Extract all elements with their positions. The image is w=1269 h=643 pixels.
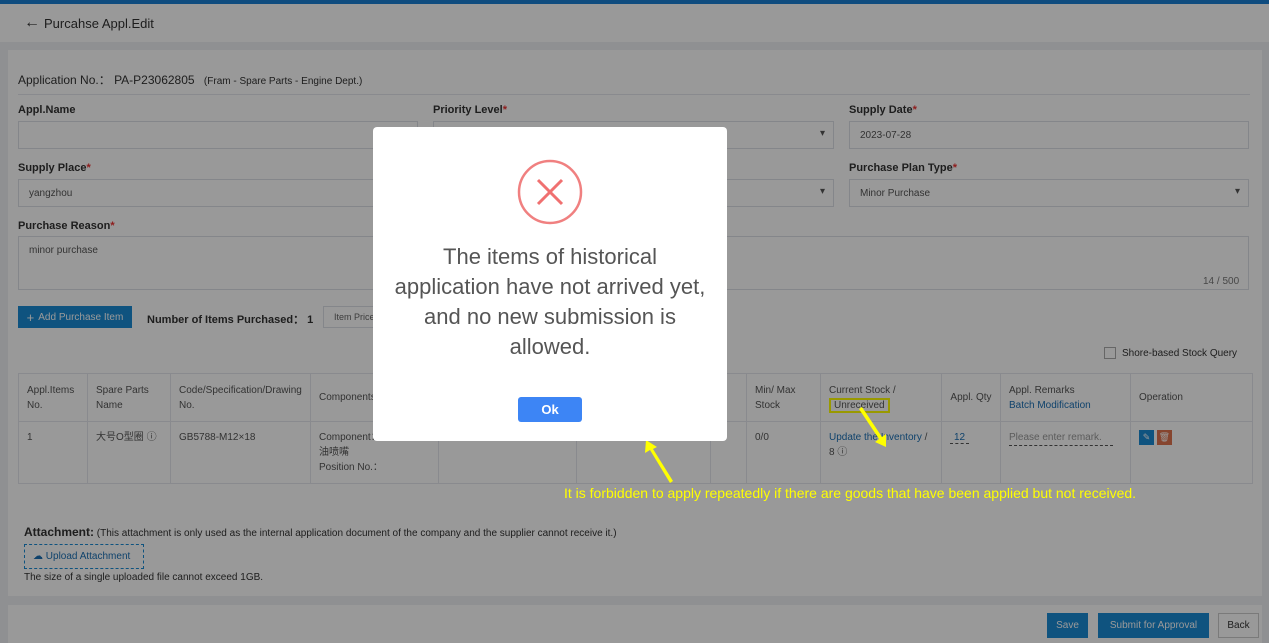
ok-button[interactable]: Ok	[518, 397, 582, 422]
arrow-to-stock	[859, 407, 886, 447]
arrow-to-modal	[645, 440, 673, 483]
error-x-circle-icon	[517, 159, 583, 225]
error-dialog: The items of historical application have…	[373, 127, 727, 441]
dialog-message: The items of historical application have…	[394, 244, 706, 359]
annotation-text: It is forbidden to apply repeatedly if t…	[564, 485, 1137, 501]
